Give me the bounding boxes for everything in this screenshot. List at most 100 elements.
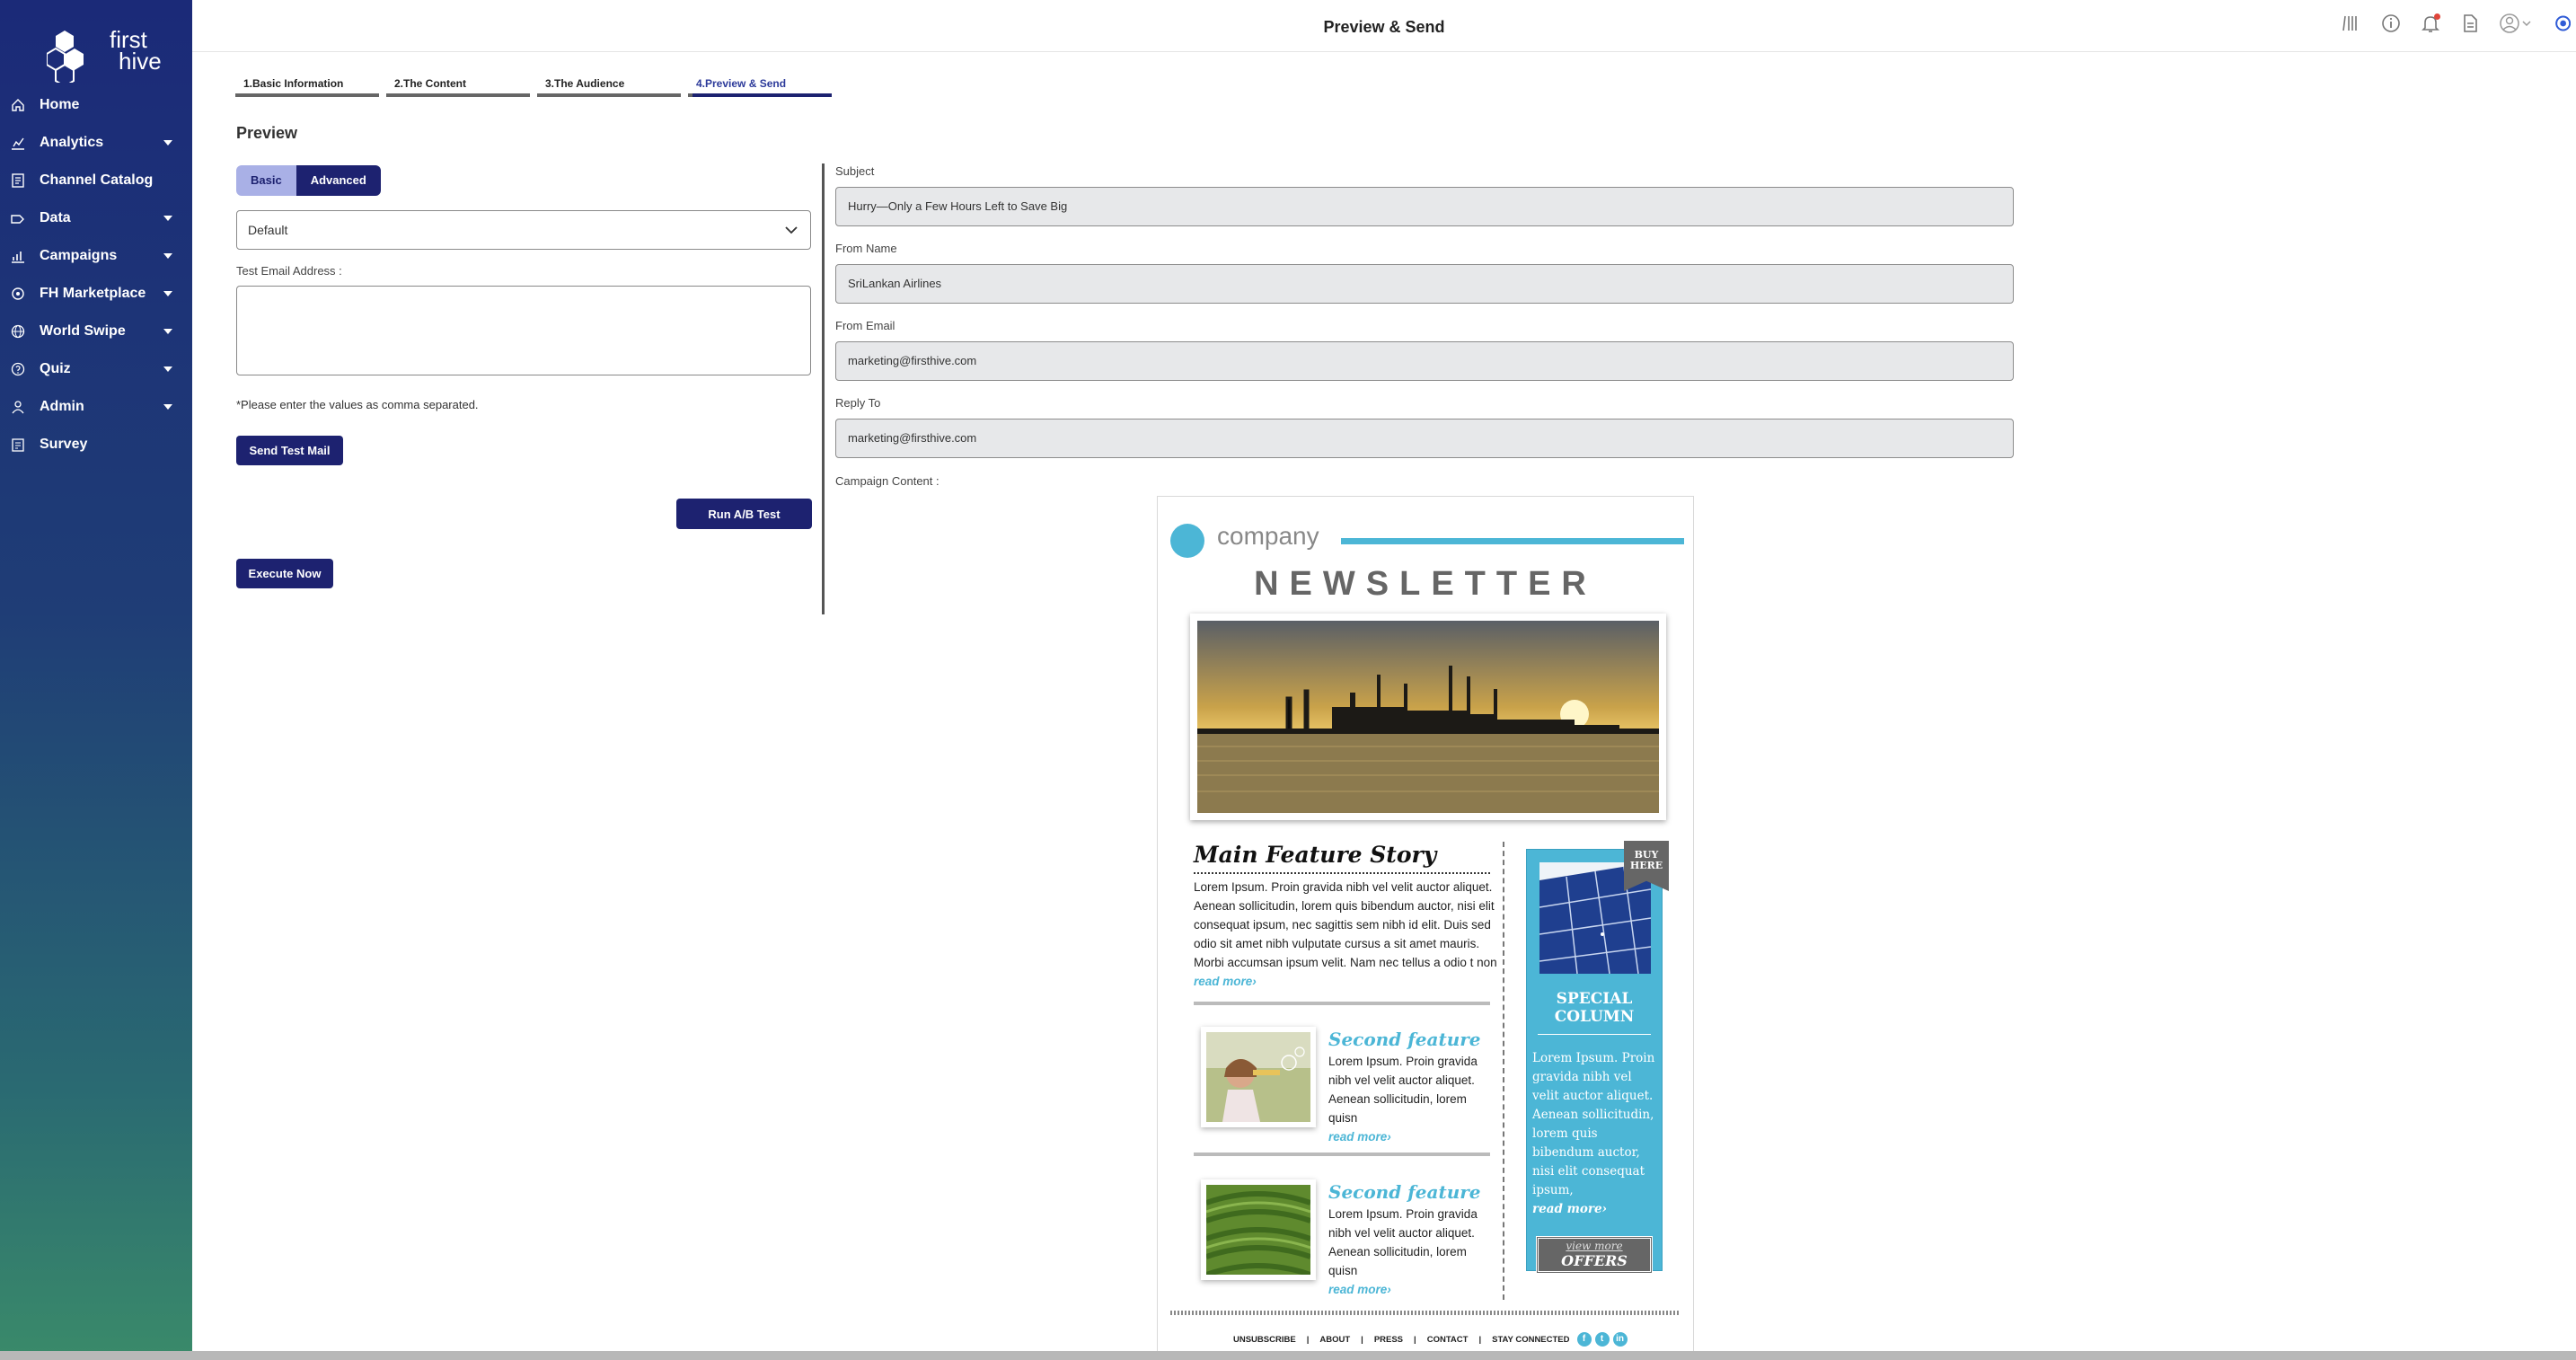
document-icon[interactable] bbox=[2459, 13, 2481, 34]
comma-separated-hint: *Please enter the values as comma separa… bbox=[236, 398, 479, 411]
tea-field-photo bbox=[1205, 1185, 1311, 1277]
special-column: BUY HERE SPECIAL COLUMN Lorem Ipsum. Pro… bbox=[1526, 841, 1669, 1274]
twitter-icon[interactable]: t bbox=[1594, 1332, 1610, 1347]
step-basic-information[interactable]: 1.Basic Information bbox=[235, 77, 379, 97]
footer-divider bbox=[1170, 1311, 1681, 1315]
home-icon bbox=[12, 99, 24, 111]
run-ab-test-button[interactable]: Run A/B Test bbox=[676, 499, 812, 529]
main-feature-title: Main Feature Story bbox=[1194, 842, 1437, 868]
step-bar bbox=[386, 93, 530, 97]
sidebar-item-label: Admin bbox=[40, 399, 84, 414]
social-links: f t in bbox=[1576, 1332, 1628, 1347]
main-feature-text: Lorem Ipsum. Proin gravida nibh vel veli… bbox=[1194, 880, 1497, 969]
caret-down-icon bbox=[163, 253, 172, 259]
footer-separator: | bbox=[1306, 1334, 1310, 1345]
globe-icon bbox=[11, 324, 25, 339]
chevron-down-icon bbox=[785, 226, 798, 234]
sidebar-item-label: Home bbox=[40, 97, 80, 112]
template-select-value: Default bbox=[248, 223, 288, 237]
from-name-label: From Name bbox=[835, 242, 897, 255]
footer-about-link[interactable]: ABOUT bbox=[1319, 1335, 1350, 1345]
caret-down-icon bbox=[163, 329, 172, 334]
sidebar-item-data[interactable]: Data bbox=[0, 199, 192, 237]
sidebar-item-admin[interactable]: Admin bbox=[0, 388, 192, 426]
special-title-line-2: COLUMN bbox=[1554, 1008, 1635, 1026]
second-read-more-link-1[interactable]: read more› bbox=[1328, 1130, 1391, 1144]
user-menu[interactable] bbox=[2499, 13, 2535, 34]
info-icon[interactable] bbox=[2380, 13, 2402, 34]
subject-label: Subject bbox=[835, 164, 875, 178]
send-test-mail-button[interactable]: Send Test Mail bbox=[236, 436, 343, 465]
second-feature-body-2: Lorem Ipsum. Proin gravida nibh vel veli… bbox=[1328, 1205, 1490, 1299]
step-indicator: 1.Basic Information 2.The Content 3.The … bbox=[235, 77, 832, 97]
from-email-label: From Email bbox=[835, 319, 895, 332]
hexagon-logo-icon bbox=[46, 31, 84, 88]
template-select[interactable]: Default bbox=[236, 210, 811, 250]
sidebar-item-channel-catalog[interactable]: Channel Catalog bbox=[0, 162, 192, 199]
second-feature-body-1: Lorem Ipsum. Proin gravida nibh vel veli… bbox=[1328, 1052, 1490, 1146]
subject-field[interactable]: Hurry—Only a Few Hours Left to Save Big bbox=[835, 187, 2014, 226]
sidebar-item-label: Survey bbox=[40, 437, 88, 452]
footer-press-link[interactable]: PRESS bbox=[1374, 1335, 1403, 1345]
quiz-icon bbox=[11, 362, 25, 376]
sidebar-item-label: Channel Catalog bbox=[40, 172, 154, 188]
admin-icon bbox=[12, 401, 24, 414]
preview-mode-toggle: Basic Advanced bbox=[236, 165, 381, 196]
special-column-title: SPECIAL COLUMN bbox=[1527, 990, 1662, 1026]
sidebar-item-quiz[interactable]: Quiz bbox=[0, 350, 192, 388]
section-divider bbox=[1194, 1152, 1490, 1156]
special-read-more-link[interactable]: read more› bbox=[1532, 1202, 1607, 1216]
step-label: 1.Basic Information bbox=[243, 77, 344, 90]
help-bubble-icon[interactable] bbox=[2553, 13, 2571, 34]
mode-basic-button[interactable]: Basic bbox=[236, 165, 296, 196]
campaign-content-label: Campaign Content : bbox=[835, 474, 940, 488]
library-icon[interactable] bbox=[2341, 13, 2362, 34]
analytics-icon bbox=[12, 137, 24, 150]
second-feature-title-1: Second feature bbox=[1328, 1029, 1481, 1050]
second-feature-title-2: Second feature bbox=[1328, 1181, 1481, 1203]
footer-contact-link[interactable]: CONTACT bbox=[1427, 1335, 1469, 1345]
sidebar-item-survey[interactable]: Survey bbox=[0, 426, 192, 464]
brand-name: first hive bbox=[110, 28, 162, 73]
window-bottom-edge bbox=[0, 1351, 2576, 1360]
firsthive-logo[interactable]: first hive bbox=[46, 25, 162, 88]
sidebar-nav: Home Analytics Channel Catalog Data Camp… bbox=[0, 86, 192, 464]
second-feature-text-1: Lorem Ipsum. Proin gravida nibh vel veli… bbox=[1328, 1055, 1478, 1125]
special-column-text: Lorem Ipsum. Proin gravida nibh vel veli… bbox=[1532, 1051, 1655, 1197]
test-email-input[interactable] bbox=[236, 286, 811, 375]
facebook-icon[interactable]: f bbox=[1576, 1332, 1592, 1347]
step-the-content[interactable]: 2.The Content bbox=[386, 77, 530, 97]
view-more-offers-button[interactable]: view more OFFERS bbox=[1536, 1236, 1653, 1274]
reply-to-label: Reply To bbox=[835, 396, 881, 410]
step-the-audience[interactable]: 3.The Audience bbox=[537, 77, 681, 97]
sidebar-item-world-swipe[interactable]: World Swipe bbox=[0, 313, 192, 350]
from-name-field[interactable]: SriLankan Airlines bbox=[835, 264, 2014, 304]
notification-button[interactable] bbox=[2420, 13, 2441, 34]
reply-to-field[interactable]: marketing@firsthive.com bbox=[835, 419, 2014, 458]
preview-heading: Preview bbox=[236, 124, 298, 142]
main-read-more-link[interactable]: read more› bbox=[1194, 975, 1257, 988]
second-read-more-link-2[interactable]: read more› bbox=[1328, 1283, 1391, 1296]
dotted-divider bbox=[1194, 872, 1490, 874]
catalog-icon bbox=[12, 173, 24, 188]
top-icons bbox=[2341, 13, 2576, 34]
second-feature-image-2 bbox=[1201, 1179, 1316, 1280]
sidebar: first hive Home Analytics Channel Catalo… bbox=[0, 0, 192, 1360]
linkedin-icon[interactable]: in bbox=[1612, 1332, 1628, 1347]
sidebar-item-label: FH Marketplace bbox=[40, 286, 146, 301]
mode-advanced-button[interactable]: Advanced bbox=[296, 165, 381, 196]
second-feature-image-1 bbox=[1201, 1027, 1316, 1127]
footer-unsubscribe-link[interactable]: UNSUBSCRIBE bbox=[1233, 1335, 1296, 1345]
company-logo-circle bbox=[1170, 524, 1204, 558]
step-preview-send[interactable]: 4.Preview & Send bbox=[688, 77, 832, 97]
footer-separator: | bbox=[1414, 1334, 1416, 1345]
ribbon-line-2: HERE bbox=[1629, 860, 1663, 871]
sidebar-item-home[interactable]: Home bbox=[0, 86, 192, 124]
sidebar-item-analytics[interactable]: Analytics bbox=[0, 124, 192, 162]
execute-now-button[interactable]: Execute Now bbox=[236, 559, 333, 588]
sidebar-item-campaigns[interactable]: Campaigns bbox=[0, 237, 192, 275]
sidebar-item-fh-marketplace[interactable]: FH Marketplace bbox=[0, 275, 192, 313]
from-email-field[interactable]: marketing@firsthive.com bbox=[835, 341, 2014, 381]
header-accent-line bbox=[1341, 538, 1684, 544]
data-icon bbox=[11, 215, 24, 224]
